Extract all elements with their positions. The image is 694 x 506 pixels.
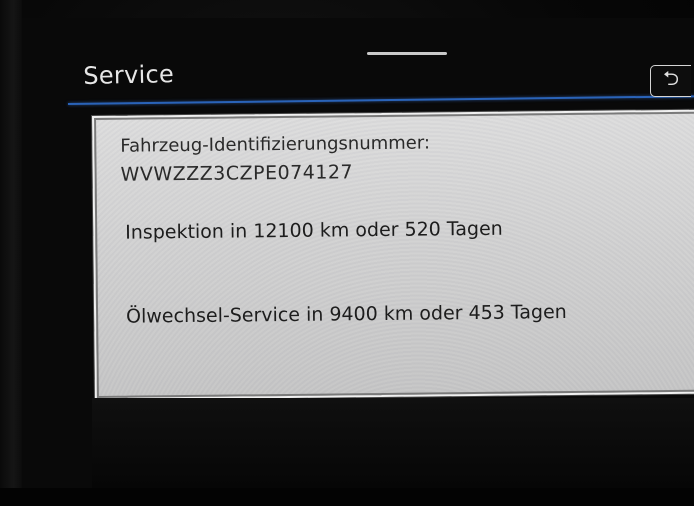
oil-service-due: Ölwechsel-Service in 9400 km oder 453 Ta…: [125, 301, 567, 328]
back-button[interactable]: ⮌: [650, 65, 691, 97]
inspection-due: Inspektion in 12100 km oder 520 Tagen: [125, 217, 503, 244]
bottom-bezel: [0, 488, 694, 506]
back-arrow-icon: ⮌: [662, 66, 680, 90]
drawer-handle[interactable]: [367, 52, 447, 55]
left-bezel: [0, 0, 22, 506]
vin-value: WVWZZZ3CZPE074127: [120, 161, 354, 186]
screen-lower-area: [92, 398, 694, 488]
vin-label: Fahrzeug-Identifizierungsnummer:: [120, 132, 431, 157]
page-title: Service: [83, 60, 175, 90]
service-info-panel: Fahrzeug-Identifizierungsnummer: WVWZZZ3…: [92, 109, 694, 400]
screen-photo: Service ⮌ Fahrzeug-Identifizierungsnumme…: [0, 0, 694, 506]
